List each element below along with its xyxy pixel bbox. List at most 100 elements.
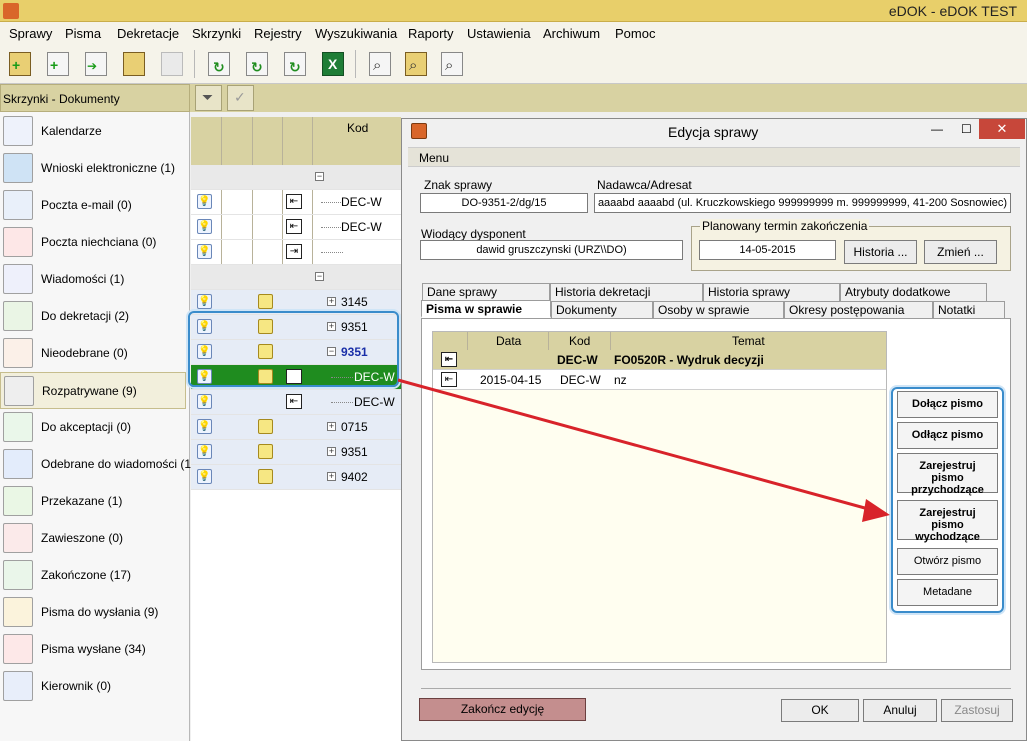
nadawca-field[interactable]: aaaabd aaaabd (ul. Kruczkowskiego 999999…	[594, 193, 1011, 213]
menu-pisma[interactable]: Pisma	[65, 26, 101, 41]
menu-ustawienia[interactable]: Ustawienia	[467, 26, 531, 41]
tab-okresy-postepowania[interactable]: Okresy postępowania	[784, 301, 933, 319]
grid-group-row[interactable]: −	[191, 265, 401, 290]
expand-icon[interactable]: +	[327, 297, 336, 306]
refresh-1-button[interactable]	[203, 48, 235, 80]
search-2-button[interactable]	[400, 48, 432, 80]
grid-highlight	[188, 311, 399, 387]
sidebar-item[interactable]: Przekazane (1)	[0, 483, 186, 520]
sidebar-item-label: Pisma do wysłania (9)	[41, 605, 159, 619]
expand-icon[interactable]: +	[327, 472, 336, 481]
ok-button[interactable]: OK	[781, 699, 859, 722]
sidebar-item[interactable]: Nieodebrane (0)	[0, 335, 186, 372]
open-folder-button[interactable]	[118, 48, 150, 80]
new-document-button[interactable]	[42, 48, 74, 80]
historia-button[interactable]: Historia ...	[844, 240, 917, 264]
list-header-kod[interactable]: Kod	[569, 334, 590, 348]
forward-document-button[interactable]	[80, 48, 112, 80]
sidebar-item[interactable]: Kalendarze	[0, 113, 186, 150]
expand-icon[interactable]: +	[327, 422, 336, 431]
search-1-button[interactable]	[364, 48, 396, 80]
document-arrow-icon: ⇤	[286, 219, 302, 234]
open-letter-button[interactable]: Otwórz pismo	[897, 548, 998, 575]
metadata-button[interactable]: Metadane	[897, 579, 998, 606]
register-incoming-button[interactable]: Zarejestruj pismo przychodzące	[897, 453, 998, 496]
termin-field[interactable]: 14-05-2015	[699, 240, 836, 260]
edit-button[interactable]	[156, 48, 188, 80]
close-button[interactable]: ✕	[979, 119, 1025, 139]
menu-pomoc[interactable]: Pomoc	[615, 26, 655, 41]
tree-connector	[321, 227, 343, 228]
wiodacy-field[interactable]: dawid gruszczynski (URZ\\DO)	[420, 240, 683, 260]
tab-historia-sprawy[interactable]: Historia sprawy	[703, 283, 840, 301]
sidebar-item[interactable]: Poczta e-mail (0)	[0, 187, 186, 224]
search-3-button[interactable]	[436, 48, 468, 80]
sidebar-item[interactable]: Do dekretacji (2)	[0, 298, 186, 335]
menu-archiwum[interactable]: Archiwum	[543, 26, 600, 41]
refresh-3-button[interactable]	[279, 48, 311, 80]
dialog-menu[interactable]: Menu	[419, 151, 449, 165]
tab-atrybuty-dodatkowe[interactable]: Atrybuty dodatkowe	[840, 283, 987, 301]
filter-button[interactable]: ⏷	[195, 85, 222, 111]
grid-row[interactable]: 💡 ⇤ DEC-W	[191, 190, 401, 215]
menu-skrzynki[interactable]: Skrzynki	[192, 26, 241, 41]
expand-icon[interactable]: +	[327, 447, 336, 456]
grid-row[interactable]: 💡 +9402	[191, 465, 401, 490]
sidebar-item-label: Zakończone (17)	[41, 568, 132, 582]
grid-row[interactable]: 💡 ⇤ DEC-W	[191, 390, 401, 415]
finish-edit-button[interactable]: Zakończ edycję	[419, 698, 586, 721]
sidebar-item[interactable]: Pisma do wysłania (9)	[0, 594, 186, 631]
sidebar-item[interactable]: Kierownik (0)	[0, 668, 186, 705]
minimize-button[interactable]: —	[931, 122, 947, 136]
sidebar-item[interactable]: Rozpatrywane (9)	[0, 372, 186, 409]
znak-field[interactable]: DO-9351-2/dg/15	[420, 193, 588, 213]
apply-button[interactable]: Zastosuj	[941, 699, 1013, 722]
maximize-button[interactable]: ☐	[961, 122, 977, 136]
checkmark-icon	[3, 412, 33, 442]
menu-rejestry[interactable]: Rejestry	[254, 26, 302, 41]
tab-historia-dekretacji[interactable]: Historia dekretacji	[550, 283, 703, 301]
accept-button[interactable]: ✓	[227, 85, 254, 111]
tab-dokumenty[interactable]: Dokumenty	[551, 301, 653, 319]
collapse-icon[interactable]: −	[315, 272, 324, 281]
sidebar-item[interactable]: Pisma wysłane (34)	[0, 631, 186, 668]
menu-sprawy[interactable]: Sprawy	[9, 26, 52, 41]
refresh-2-button[interactable]	[241, 48, 273, 80]
grid-group-row[interactable]: −	[191, 165, 401, 190]
menu-dekretacje[interactable]: Dekretacje	[117, 26, 179, 41]
list-header-temat[interactable]: Temat	[732, 334, 765, 348]
grid-column-kod[interactable]: Kod	[347, 121, 368, 135]
new-case-button[interactable]	[4, 48, 36, 80]
sidebar-item[interactable]: Zawieszone (0)	[0, 520, 186, 557]
sidebar-item[interactable]: Wnioski elektroniczne (1)	[0, 150, 186, 187]
export-excel-button[interactable]	[317, 48, 349, 80]
menu-raporty[interactable]: Raporty	[408, 26, 454, 41]
stamp-icon	[258, 469, 273, 484]
tab-pisma-w-sprawie[interactable]: Pisma w sprawie	[421, 300, 551, 318]
list-header-data[interactable]: Data	[496, 334, 521, 348]
grid-row[interactable]: 💡 +0715	[191, 415, 401, 440]
sidebar-item-label: Przekazane (1)	[41, 494, 123, 508]
menu-wyszukiwania[interactable]: Wyszukiwania	[315, 26, 397, 41]
list-row[interactable]: ⇤ DEC-W FO0520R - Wydruk decyzji	[433, 350, 886, 370]
register-outgoing-button[interactable]: Zarejestruj pismo wychodzące	[897, 500, 998, 543]
cancel-button[interactable]: Anuluj	[863, 699, 937, 722]
grid-cell-kod: 9402	[341, 470, 368, 484]
tab-dane-sprawy[interactable]: Dane sprawy	[422, 283, 550, 301]
grid-row[interactable]: 💡 ⇥	[191, 240, 401, 265]
sidebar-item[interactable]: Odebrane do wiadomości (1)	[0, 446, 195, 483]
grid-row[interactable]: 💡 +9351	[191, 440, 401, 465]
excel-icon	[322, 52, 344, 76]
sidebar-item[interactable]: Do akceptacji (0)	[0, 409, 186, 446]
zmien-button[interactable]: Zmień ...	[924, 240, 997, 264]
sidebar-item[interactable]: Wiadomości (1)	[0, 261, 186, 298]
sidebar-item[interactable]: Poczta niechciana (0)	[0, 224, 186, 261]
tab-osoby-w-sprawie[interactable]: Osoby w sprawie	[653, 301, 784, 319]
tab-notatki[interactable]: Notatki	[933, 301, 1005, 319]
sidebar-item[interactable]: Zakończone (17)	[0, 557, 186, 594]
grid-row[interactable]: 💡 ⇤ DEC-W	[191, 215, 401, 240]
collapse-icon[interactable]: −	[315, 172, 324, 181]
app-title: eDOK - eDOK TEST	[888, 3, 1017, 19]
attach-letter-button[interactable]: Dołącz pismo	[897, 391, 998, 418]
detach-letter-button[interactable]: Odłącz pismo	[897, 422, 998, 449]
